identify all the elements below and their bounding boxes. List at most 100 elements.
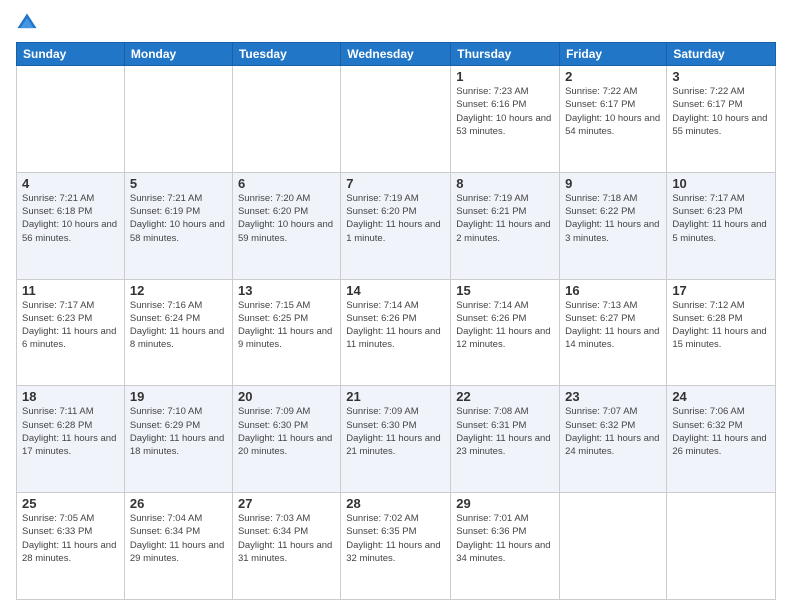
day-number: 6 [238,176,335,191]
week-row: 4Sunrise: 7:21 AM Sunset: 6:18 PM Daylig… [17,172,776,279]
day-header: Wednesday [341,43,451,66]
day-info: Sunrise: 7:13 AM Sunset: 6:27 PM Dayligh… [565,299,661,352]
day-info: Sunrise: 7:11 AM Sunset: 6:28 PM Dayligh… [22,405,119,458]
calendar-cell: 23Sunrise: 7:07 AM Sunset: 6:32 PM Dayli… [560,386,667,493]
calendar-cell [560,493,667,600]
day-info: Sunrise: 7:09 AM Sunset: 6:30 PM Dayligh… [346,405,445,458]
day-number: 24 [672,389,770,404]
week-row: 1Sunrise: 7:23 AM Sunset: 6:16 PM Daylig… [17,66,776,173]
day-number: 7 [346,176,445,191]
calendar-cell: 26Sunrise: 7:04 AM Sunset: 6:34 PM Dayli… [124,493,232,600]
day-header: Thursday [451,43,560,66]
calendar-cell: 16Sunrise: 7:13 AM Sunset: 6:27 PM Dayli… [560,279,667,386]
day-info: Sunrise: 7:18 AM Sunset: 6:22 PM Dayligh… [565,192,661,245]
week-row: 25Sunrise: 7:05 AM Sunset: 6:33 PM Dayli… [17,493,776,600]
day-info: Sunrise: 7:08 AM Sunset: 6:31 PM Dayligh… [456,405,554,458]
calendar-cell: 7Sunrise: 7:19 AM Sunset: 6:20 PM Daylig… [341,172,451,279]
day-info: Sunrise: 7:17 AM Sunset: 6:23 PM Dayligh… [22,299,119,352]
day-info: Sunrise: 7:19 AM Sunset: 6:21 PM Dayligh… [456,192,554,245]
day-header: Sunday [17,43,125,66]
calendar-cell [232,66,340,173]
day-number: 27 [238,496,335,511]
day-number: 14 [346,283,445,298]
day-header: Saturday [667,43,776,66]
calendar-cell [667,493,776,600]
day-info: Sunrise: 7:22 AM Sunset: 6:17 PM Dayligh… [565,85,661,138]
calendar-cell: 12Sunrise: 7:16 AM Sunset: 6:24 PM Dayli… [124,279,232,386]
calendar-cell: 9Sunrise: 7:18 AM Sunset: 6:22 PM Daylig… [560,172,667,279]
day-header: Tuesday [232,43,340,66]
calendar-cell: 2Sunrise: 7:22 AM Sunset: 6:17 PM Daylig… [560,66,667,173]
day-info: Sunrise: 7:09 AM Sunset: 6:30 PM Dayligh… [238,405,335,458]
day-info: Sunrise: 7:16 AM Sunset: 6:24 PM Dayligh… [130,299,227,352]
day-info: Sunrise: 7:14 AM Sunset: 6:26 PM Dayligh… [456,299,554,352]
calendar-cell: 19Sunrise: 7:10 AM Sunset: 6:29 PM Dayli… [124,386,232,493]
day-number: 1 [456,69,554,84]
calendar-cell: 11Sunrise: 7:17 AM Sunset: 6:23 PM Dayli… [17,279,125,386]
calendar-cell [17,66,125,173]
day-info: Sunrise: 7:22 AM Sunset: 6:17 PM Dayligh… [672,85,770,138]
calendar-cell: 6Sunrise: 7:20 AM Sunset: 6:20 PM Daylig… [232,172,340,279]
day-number: 3 [672,69,770,84]
day-number: 23 [565,389,661,404]
header [16,12,776,34]
day-info: Sunrise: 7:21 AM Sunset: 6:19 PM Dayligh… [130,192,227,245]
week-row: 18Sunrise: 7:11 AM Sunset: 6:28 PM Dayli… [17,386,776,493]
day-info: Sunrise: 7:17 AM Sunset: 6:23 PM Dayligh… [672,192,770,245]
day-number: 8 [456,176,554,191]
day-info: Sunrise: 7:12 AM Sunset: 6:28 PM Dayligh… [672,299,770,352]
day-info: Sunrise: 7:02 AM Sunset: 6:35 PM Dayligh… [346,512,445,565]
calendar-cell: 22Sunrise: 7:08 AM Sunset: 6:31 PM Dayli… [451,386,560,493]
calendar-cell: 3Sunrise: 7:22 AM Sunset: 6:17 PM Daylig… [667,66,776,173]
page: SundayMondayTuesdayWednesdayThursdayFrid… [0,0,792,612]
calendar-cell: 24Sunrise: 7:06 AM Sunset: 6:32 PM Dayli… [667,386,776,493]
calendar-cell: 29Sunrise: 7:01 AM Sunset: 6:36 PM Dayli… [451,493,560,600]
day-number: 28 [346,496,445,511]
day-info: Sunrise: 7:10 AM Sunset: 6:29 PM Dayligh… [130,405,227,458]
calendar-cell: 4Sunrise: 7:21 AM Sunset: 6:18 PM Daylig… [17,172,125,279]
day-number: 11 [22,283,119,298]
day-number: 26 [130,496,227,511]
day-info: Sunrise: 7:03 AM Sunset: 6:34 PM Dayligh… [238,512,335,565]
calendar-cell: 1Sunrise: 7:23 AM Sunset: 6:16 PM Daylig… [451,66,560,173]
calendar-cell: 10Sunrise: 7:17 AM Sunset: 6:23 PM Dayli… [667,172,776,279]
day-number: 12 [130,283,227,298]
day-info: Sunrise: 7:05 AM Sunset: 6:33 PM Dayligh… [22,512,119,565]
day-number: 20 [238,389,335,404]
calendar-cell: 18Sunrise: 7:11 AM Sunset: 6:28 PM Dayli… [17,386,125,493]
day-number: 25 [22,496,119,511]
day-number: 9 [565,176,661,191]
day-number: 17 [672,283,770,298]
calendar-cell: 5Sunrise: 7:21 AM Sunset: 6:19 PM Daylig… [124,172,232,279]
day-info: Sunrise: 7:19 AM Sunset: 6:20 PM Dayligh… [346,192,445,245]
calendar-cell [341,66,451,173]
day-number: 18 [22,389,119,404]
day-number: 21 [346,389,445,404]
calendar-cell: 28Sunrise: 7:02 AM Sunset: 6:35 PM Dayli… [341,493,451,600]
calendar-cell: 8Sunrise: 7:19 AM Sunset: 6:21 PM Daylig… [451,172,560,279]
header-row: SundayMondayTuesdayWednesdayThursdayFrid… [17,43,776,66]
day-number: 10 [672,176,770,191]
day-number: 5 [130,176,227,191]
day-info: Sunrise: 7:23 AM Sunset: 6:16 PM Dayligh… [456,85,554,138]
logo [16,12,42,34]
calendar-cell [124,66,232,173]
day-number: 15 [456,283,554,298]
day-number: 29 [456,496,554,511]
calendar-cell: 13Sunrise: 7:15 AM Sunset: 6:25 PM Dayli… [232,279,340,386]
week-row: 11Sunrise: 7:17 AM Sunset: 6:23 PM Dayli… [17,279,776,386]
day-number: 19 [130,389,227,404]
calendar-cell: 27Sunrise: 7:03 AM Sunset: 6:34 PM Dayli… [232,493,340,600]
day-info: Sunrise: 7:15 AM Sunset: 6:25 PM Dayligh… [238,299,335,352]
day-info: Sunrise: 7:01 AM Sunset: 6:36 PM Dayligh… [456,512,554,565]
day-number: 2 [565,69,661,84]
day-info: Sunrise: 7:21 AM Sunset: 6:18 PM Dayligh… [22,192,119,245]
calendar-cell: 17Sunrise: 7:12 AM Sunset: 6:28 PM Dayli… [667,279,776,386]
day-info: Sunrise: 7:07 AM Sunset: 6:32 PM Dayligh… [565,405,661,458]
logo-icon [16,12,38,34]
calendar-cell: 14Sunrise: 7:14 AM Sunset: 6:26 PM Dayli… [341,279,451,386]
day-info: Sunrise: 7:20 AM Sunset: 6:20 PM Dayligh… [238,192,335,245]
day-info: Sunrise: 7:06 AM Sunset: 6:32 PM Dayligh… [672,405,770,458]
calendar: SundayMondayTuesdayWednesdayThursdayFrid… [16,42,776,600]
day-number: 4 [22,176,119,191]
